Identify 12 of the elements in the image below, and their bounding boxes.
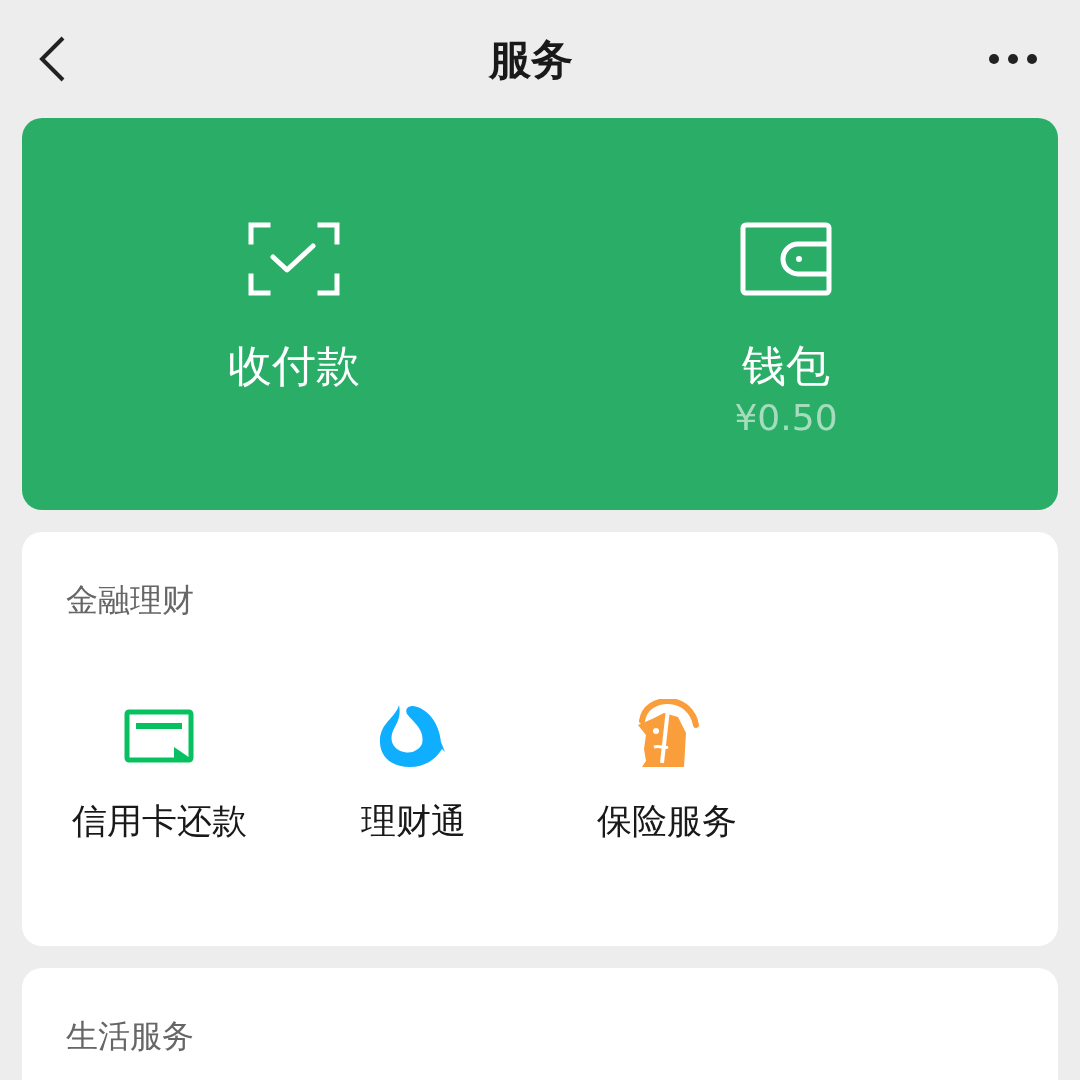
wallet-icon — [740, 222, 832, 296]
service-item[interactable]: 理财通 — [286, 696, 540, 844]
scan-check-icon — [248, 222, 340, 296]
service-item[interactable]: 信用卡还款 — [32, 696, 286, 844]
balance-amount: ¥0.50 — [734, 396, 838, 440]
back-icon — [38, 35, 66, 83]
page-title: 服务 — [489, 33, 573, 86]
card-icon — [124, 709, 194, 763]
section-title: 生活服务 — [65, 1016, 195, 1057]
more-icon — [988, 53, 1038, 65]
service-item[interactable]: 保险服务 — [540, 696, 794, 844]
section-title: 金融理财 — [65, 580, 195, 621]
